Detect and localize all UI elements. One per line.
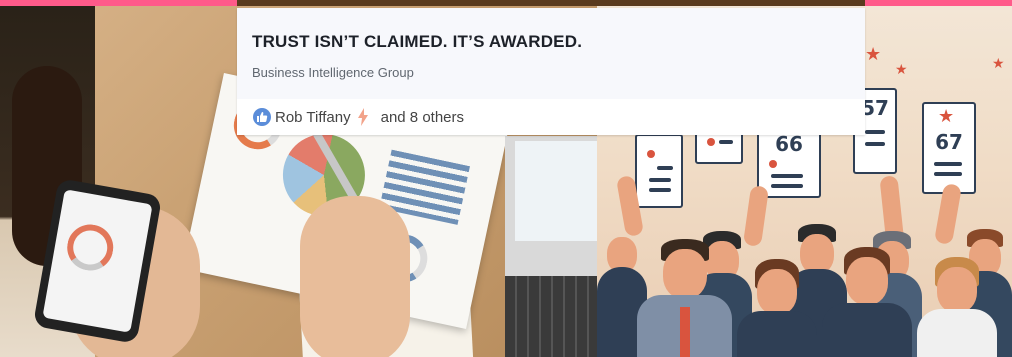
star-icon: ★ [895,62,908,78]
sign-number: 66 [775,132,803,156]
person [737,259,817,357]
phone-screen [42,189,153,333]
reactor-name[interactable]: Rob Tiffany [275,109,351,126]
like-icon [253,108,271,126]
person [822,247,912,357]
star-icon: ★ [865,44,882,65]
score-sign: ★ 67 [922,102,976,194]
sign-number: 67 [935,130,963,154]
reaction-count[interactable]: and 8 others [381,109,464,126]
person [637,239,732,357]
hand [300,196,410,357]
post-link-card[interactable]: TRUST ISN’T CLAIMED. IT’S AWARDED. Busin… [237,8,865,135]
score-sign: 66 [757,124,821,198]
reactions-bar[interactable]: Rob Tiffany and 8 others [237,99,865,135]
lightning-icon [357,108,369,126]
score-sign [635,134,683,208]
person [917,257,997,357]
laptop [505,136,597,357]
star-icon: ★ [992,56,1005,72]
post-title[interactable]: TRUST ISN’T CLAIMED. IT’S AWARDED. [252,32,582,52]
laptop-keyboard [505,276,597,357]
post-source: Business Intelligence Group [252,65,414,80]
star-icon: ★ [938,106,955,127]
laptop-screen [515,141,597,241]
